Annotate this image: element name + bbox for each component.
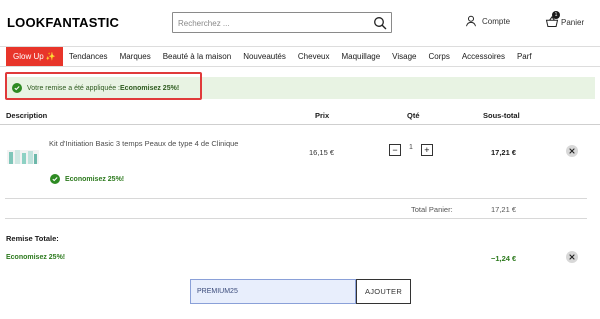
row-divider: [5, 198, 587, 199]
apply-promo-button[interactable]: AJOUTER: [356, 279, 411, 304]
cart-link[interactable]: 1 Panier: [545, 11, 585, 29]
promo-code-field[interactable]: [190, 279, 356, 304]
cart-total-label: Total Panier:: [411, 205, 453, 214]
quantity-value[interactable]: 1: [409, 144, 413, 151]
site-header: LOOKFANTASTIC Compte 1 Panier: [0, 0, 600, 44]
nav-item-parfums[interactable]: Parf: [511, 47, 538, 66]
site-logo[interactable]: LOOKFANTASTIC: [7, 15, 119, 30]
close-icon: [569, 254, 575, 260]
product-price: 16,15 €: [309, 148, 335, 157]
discount-name: Economisez 25%!: [6, 254, 66, 261]
nav-item-maquillage[interactable]: Maquillage: [335, 47, 386, 66]
product-name-link[interactable]: Kit d'Initiation Basic 3 temps Peaux de …: [49, 138, 249, 150]
user-icon: [466, 15, 476, 27]
promo-code-input[interactable]: [191, 280, 355, 303]
nav-item-cheveux[interactable]: Cheveux: [292, 47, 336, 66]
discount-value: −1,24 €: [491, 254, 517, 263]
nav-item-corps[interactable]: Corps: [423, 47, 456, 66]
remove-discount-button[interactable]: [566, 251, 578, 263]
search-input[interactable]: [173, 14, 363, 33]
row-divider: [5, 218, 587, 219]
nav-item-beaute-maison[interactable]: Beauté à la maison: [157, 47, 238, 66]
nav-item-visage[interactable]: Visage: [386, 47, 422, 66]
close-icon: [569, 148, 575, 154]
nav-item-tendances[interactable]: Tendances: [63, 47, 114, 66]
account-label: Compte: [482, 16, 511, 26]
search-bar[interactable]: [172, 12, 392, 33]
main-nav: Glow Up ✨ Tendances Marques Beauté à la …: [0, 46, 600, 67]
cart-icon-wrap: 1: [545, 11, 560, 29]
quantity-stepper: − 1 +: [389, 144, 433, 156]
quantity-increase-button[interactable]: +: [420, 144, 433, 156]
cart-total-value: 17,21 €: [491, 205, 517, 214]
column-header-price: Prix: [315, 111, 330, 120]
nav-item-nouveautes[interactable]: Nouveautés: [237, 47, 292, 66]
check-circle-icon: [50, 174, 60, 184]
product-saving: Economisez 25%!: [50, 174, 124, 184]
product-subtotal: 17,21 €: [491, 148, 517, 157]
discount-heading: Remise Totale:: [6, 234, 59, 243]
nav-item-accessoires[interactable]: Accessoires: [456, 47, 511, 66]
remove-item-button[interactable]: [566, 145, 578, 157]
column-header-subtotal: Sous-total: [483, 111, 520, 120]
account-link[interactable]: Compte: [465, 15, 510, 27]
product-thumbnail[interactable]: [7, 146, 39, 168]
cart-label: Panier: [561, 17, 585, 27]
nav-item-glow-up[interactable]: Glow Up ✨: [6, 47, 63, 66]
product-saving-label: Economisez 25%!: [65, 175, 125, 183]
column-header-description: Description: [6, 111, 48, 120]
column-header-qty: Qté: [407, 111, 420, 120]
quantity-decrease-button[interactable]: −: [389, 144, 401, 156]
cart-table-header: Description Prix Qté Sous-total: [0, 108, 600, 125]
cart-count-badge: 1: [552, 11, 560, 19]
search-icon[interactable]: [373, 16, 387, 30]
nav-item-marques[interactable]: Marques: [114, 47, 157, 66]
alert-highlight-frame: [5, 72, 202, 100]
